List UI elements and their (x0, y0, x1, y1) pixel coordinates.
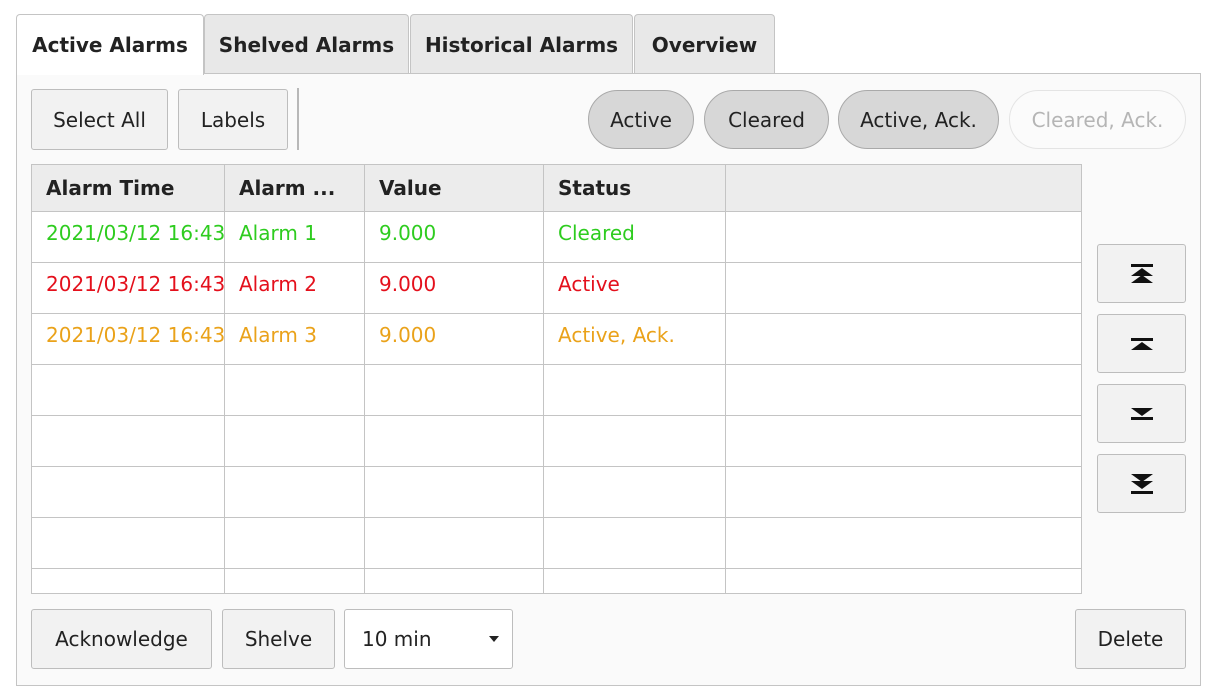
column-divider (543, 165, 544, 593)
cell-value: 9.000 (379, 221, 437, 245)
scroll-to-top-button[interactable] (1097, 244, 1186, 303)
toolbar-divider (297, 88, 299, 150)
cell-value: 9.000 (379, 323, 437, 347)
cell-status: Active, Ack. (558, 323, 675, 347)
table-row[interactable]: 2021/03/12 16:43 Alarm 2 9.000 Active (32, 263, 1081, 314)
column-header-blank (726, 165, 1081, 211)
acknowledge-button[interactable]: Acknowledge (31, 609, 212, 669)
tab-bar: Active Alarms Shelved Alarms Historical … (16, 14, 776, 75)
cell-alarm-name: Alarm 3 (239, 323, 317, 347)
column-header-status[interactable]: Status (544, 165, 725, 211)
column-header-alarm-name[interactable]: Alarm ... (225, 165, 364, 211)
column-header-value[interactable]: Value (365, 165, 543, 211)
scroll-to-bottom-icon (1130, 473, 1153, 494)
table-row-empty[interactable] (32, 518, 1081, 569)
cell-alarm-time: 2021/03/12 16:43 (46, 221, 224, 245)
shelve-duration-value: 10 min (362, 627, 432, 651)
delete-button[interactable]: Delete (1075, 609, 1186, 669)
table-row-empty[interactable] (32, 467, 1081, 518)
table-row[interactable]: 2021/03/12 16:43 Alarm 1 9.000 Cleared (32, 212, 1081, 263)
filter-active-pill[interactable]: Active (588, 90, 694, 149)
cell-status: Cleared (558, 221, 635, 245)
filter-cleared-pill[interactable]: Cleared (704, 90, 829, 149)
column-divider (224, 165, 225, 593)
scroll-to-bottom-button[interactable] (1097, 454, 1186, 513)
tab-shelved-alarms[interactable]: Shelved Alarms (204, 14, 409, 74)
cell-status: Active (558, 272, 620, 296)
cell-alarm-name: Alarm 2 (239, 272, 317, 296)
cell-alarm-time: 2021/03/12 16:43 (46, 323, 224, 347)
table-row-empty[interactable] (32, 365, 1081, 416)
alarm-table: Alarm Time Alarm ... Value Status 2021/0… (31, 164, 1082, 594)
cell-alarm-name: Alarm 1 (239, 221, 317, 245)
tab-historical-alarms[interactable]: Historical Alarms (410, 14, 633, 74)
page-down-button[interactable] (1097, 384, 1186, 443)
cell-alarm-time: 2021/03/12 16:43 (46, 272, 224, 296)
chevron-down-icon (489, 636, 499, 642)
page-down-icon (1130, 407, 1153, 420)
scroll-to-top-icon (1130, 263, 1153, 283)
tab-overview[interactable]: Overview (634, 14, 775, 74)
cell-value: 9.000 (379, 272, 437, 296)
page-up-icon (1130, 337, 1153, 350)
shelve-button[interactable]: Shelve (222, 609, 335, 669)
select-all-button[interactable]: Select All (31, 89, 168, 150)
shelve-duration-select[interactable]: 10 min (344, 609, 513, 669)
labels-button[interactable]: Labels (178, 89, 288, 150)
filter-active-ack-pill[interactable]: Active, Ack. (838, 90, 999, 149)
filter-cleared-ack-pill[interactable]: Cleared, Ack. (1009, 90, 1186, 149)
table-header: Alarm Time Alarm ... Value Status (32, 165, 1081, 212)
column-header-alarm-time[interactable]: Alarm Time (32, 165, 224, 211)
column-divider (364, 165, 365, 593)
table-row[interactable]: 2021/03/12 16:43 Alarm 3 9.000 Active, A… (32, 314, 1081, 365)
page-up-button[interactable] (1097, 314, 1186, 373)
column-divider (725, 165, 726, 593)
tab-active-alarms[interactable]: Active Alarms (16, 14, 204, 75)
table-row-empty[interactable] (32, 416, 1081, 467)
